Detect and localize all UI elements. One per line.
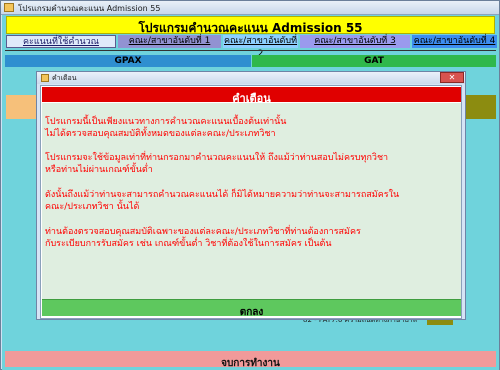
tab-faculty-4[interactable]: คณะ/สาขาอันดับที่ 4 — [412, 35, 497, 48]
warning-message-1-line-2: ไม่ได้ตรวจสอบคุณสมบัติทั้งหมดของแต่ละคณะ… — [45, 129, 276, 139]
warning-message-1-line-1: โปรแกรมนี้เป็นเพียงแนวทางการคำนวณคะแนนเบ… — [45, 117, 287, 127]
warning-message-4: ท่านต้องตรวจสอบคุณสมบัติเฉพาะของแต่ละคณะ… — [45, 226, 361, 250]
window-title: โปรแกรมคำนวณคะแนน Admission 55 — [18, 4, 161, 13]
warning-message-1: โปรแกรมนี้เป็นเพียงแนวทางการคำนวณคะแนนเบ… — [45, 116, 286, 140]
ok-button-label: ตกลง — [239, 307, 264, 318]
warning-heading: คำเตือน — [42, 87, 461, 105]
tab-faculty-1[interactable]: คณะ/สาขาอันดับที่ 1 — [118, 35, 221, 48]
main-window: โปรแกรมคำนวณคะแนน Admission 55 โปรแกรมคำ… — [0, 0, 500, 370]
app-icon — [4, 3, 14, 12]
warning-dialog: คำเตือน ✕ คำเตือน โปรแกรมนี้เป็นเพียงแนว… — [36, 71, 466, 320]
exit-button[interactable]: จบการทำงาน — [5, 351, 496, 369]
warning-message-4-line-1: ท่านต้องตรวจสอบคุณสมบัติเฉพาะของแต่ละคณะ… — [45, 227, 361, 237]
score-field-right — [464, 95, 496, 119]
dialog-close-icon[interactable]: ✕ — [440, 72, 464, 83]
tab-scores[interactable]: คะแนนที่ใช้คำนวณ — [6, 35, 116, 48]
warning-message-3: ดังนั้นถึงแม้ว่าท่านจะสามารถคำนวณคะแนนได… — [45, 189, 399, 213]
dialog-app-icon — [41, 74, 49, 82]
section-gat: GAT — [252, 55, 496, 67]
ok-button[interactable]: ตกลง — [42, 299, 461, 318]
tab-divider — [5, 50, 496, 51]
warning-message-2-line-1: โปรแกรมจะใช้ข้อมูลเท่าที่ท่านกรอกมาคำนวณ… — [45, 153, 389, 163]
dialog-panel: คำเตือน โปรแกรมนี้เป็นเพียงแนวทางการคำนว… — [40, 85, 462, 319]
banner-text: โปรแกรมคำนวณคะแนน Admission 55 — [138, 21, 363, 35]
exit-button-label: จบการทำงาน — [221, 358, 280, 369]
warning-message-area: โปรแกรมนี้เป็นเพียงแนวทางการคำนวณคะแนนเบ… — [42, 103, 461, 299]
warning-message-3-line-2: คณะ/ประเภทวิชา นั้นได้ — [45, 202, 140, 212]
dialog-caption: คำเตือน — [52, 74, 77, 82]
dialog-title-bar[interactable]: คำเตือน ✕ — [37, 72, 465, 84]
warning-message-3-line-1: ดังนั้นถึงแม้ว่าท่านจะสามารถคำนวณคะแนนได… — [45, 190, 400, 200]
tab-faculty-3[interactable]: คณะ/สาขาอันดับที่ 3 — [300, 35, 410, 48]
program-banner: โปรแกรมคำนวณคะแนน Admission 55 — [6, 16, 495, 35]
warning-message-2: โปรแกรมจะใช้ข้อมูลเท่าที่ท่านกรอกมาคำนวณ… — [45, 152, 388, 176]
warning-message-2-line-2: หรือท่านไม่ผ่านเกณฑ์ขั้นต่ำ — [45, 165, 153, 175]
section-gpax: GPAX — [5, 55, 251, 67]
tab-faculty-2[interactable]: คณะ/สาขาอันดับที่ 2 — [223, 35, 298, 59]
warning-message-4-line-2: กับระเบียบการรับสมัคร เช่น เกณฑ์ขั้นต่ำ … — [45, 239, 332, 249]
title-bar[interactable]: โปรแกรมคำนวณคะแนน Admission 55 — [1, 1, 499, 15]
